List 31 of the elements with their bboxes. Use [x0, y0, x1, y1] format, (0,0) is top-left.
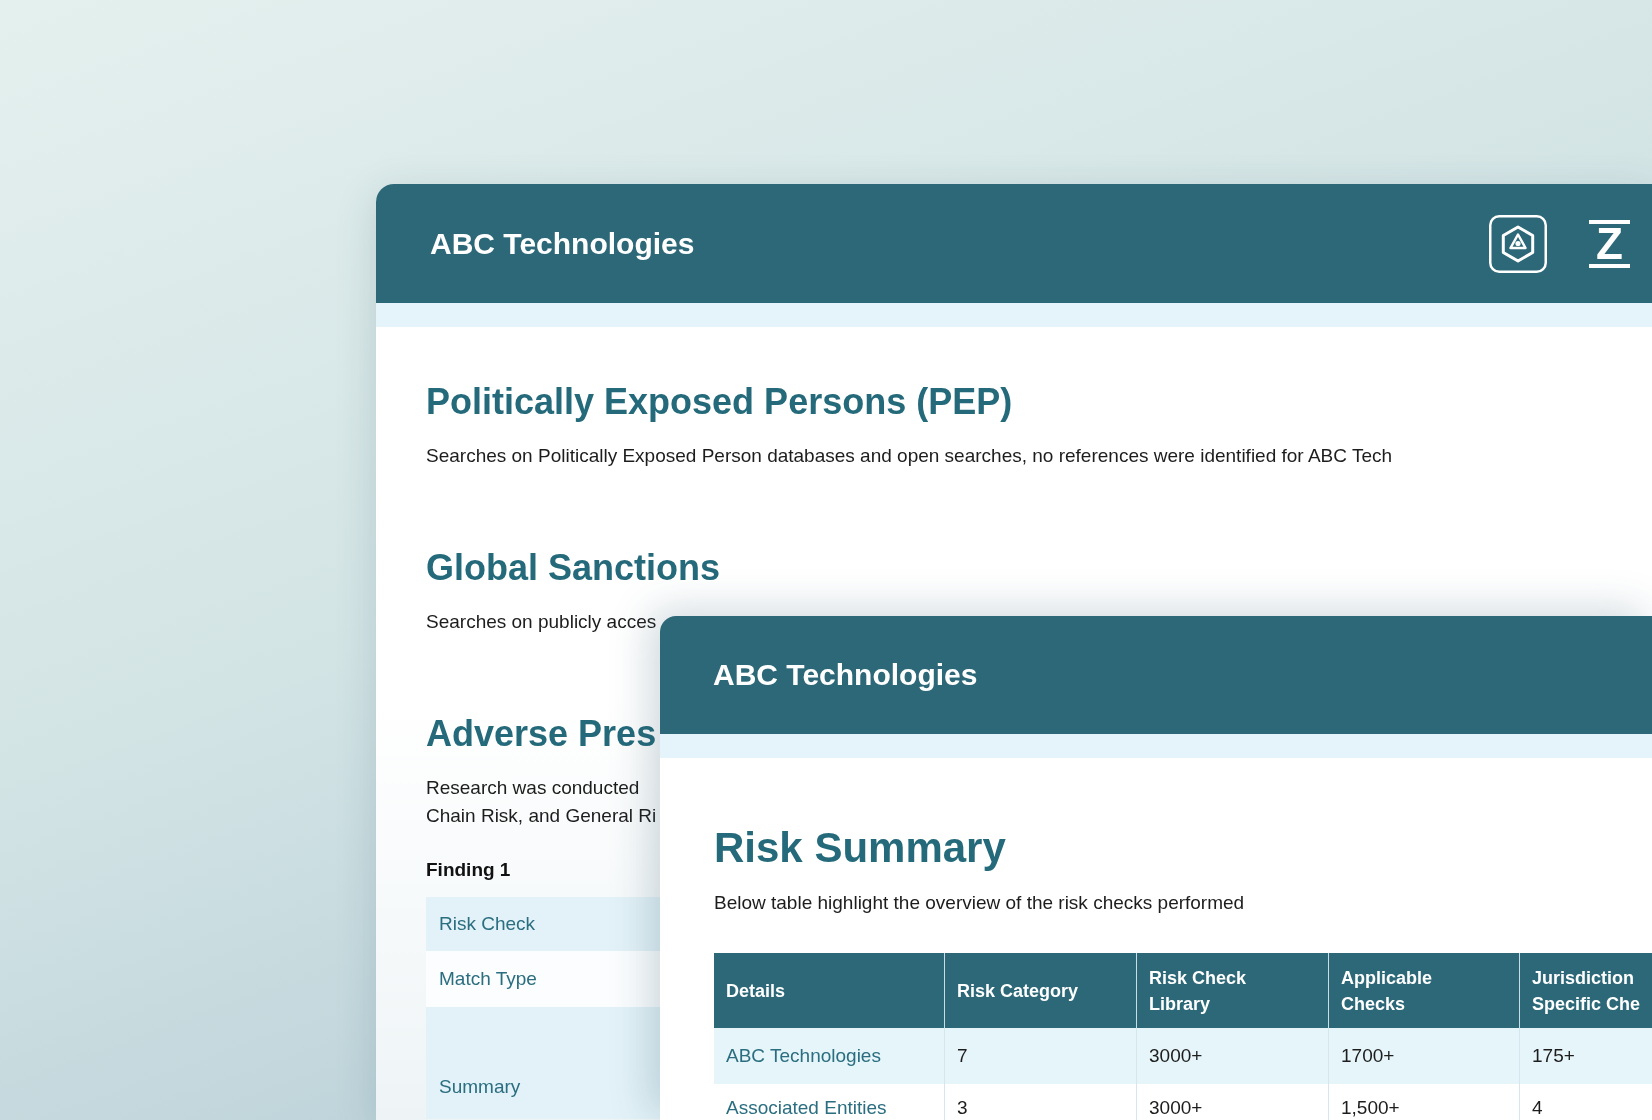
table-cell: 7 [945, 1028, 1137, 1084]
column-header: Risk Check Library [1137, 953, 1329, 1028]
table-cell: 3000+ [1137, 1084, 1329, 1120]
column-header: Risk Category [945, 953, 1137, 1028]
finding-row-label: Summary [426, 1007, 660, 1119]
table-cell: 4 [1520, 1084, 1652, 1120]
section-heading: Adverse Pres [426, 712, 657, 755]
table-cell: 1700+ [1329, 1028, 1520, 1084]
column-header: Jurisdiction Specific Che [1520, 953, 1652, 1028]
section-heading: Global Sanctions [426, 546, 721, 589]
section-text: Searches on Politically Exposed Person databases and open searches, no references were identified for ABC Tech [426, 444, 1393, 468]
table-cell: 175+ [1520, 1028, 1652, 1084]
finding-title: Finding 1 [426, 858, 511, 882]
logo: Z [1589, 219, 1630, 268]
window-title: ABC Technologies [713, 657, 978, 693]
section-heading: Politically Exposed Persons (PEP) [426, 380, 1013, 423]
finding-row-label: Match Type [426, 951, 660, 1007]
page-text: Below table highlight the overview of the risk checks performed [714, 891, 1245, 915]
section-text: Research was conducted [426, 776, 640, 800]
finding-row-label: Risk Check [426, 897, 660, 951]
window-title: ABC Technologies [430, 225, 695, 262]
column-header: Details [714, 953, 945, 1028]
table-cell: 3000+ [1137, 1028, 1329, 1084]
table-cell: 1,500+ [1329, 1084, 1520, 1120]
column-header: Applicable Checks [1329, 953, 1520, 1028]
section-text: Searches on publicly acces [426, 610, 657, 634]
section-text: Chain Risk, and General Ri [426, 804, 657, 828]
page-heading: Risk Summary [714, 823, 1006, 873]
table-cell: ABC Technologies [714, 1028, 945, 1084]
table-cell: 3 [945, 1084, 1137, 1120]
table-cell: Associated Entities [714, 1084, 945, 1120]
